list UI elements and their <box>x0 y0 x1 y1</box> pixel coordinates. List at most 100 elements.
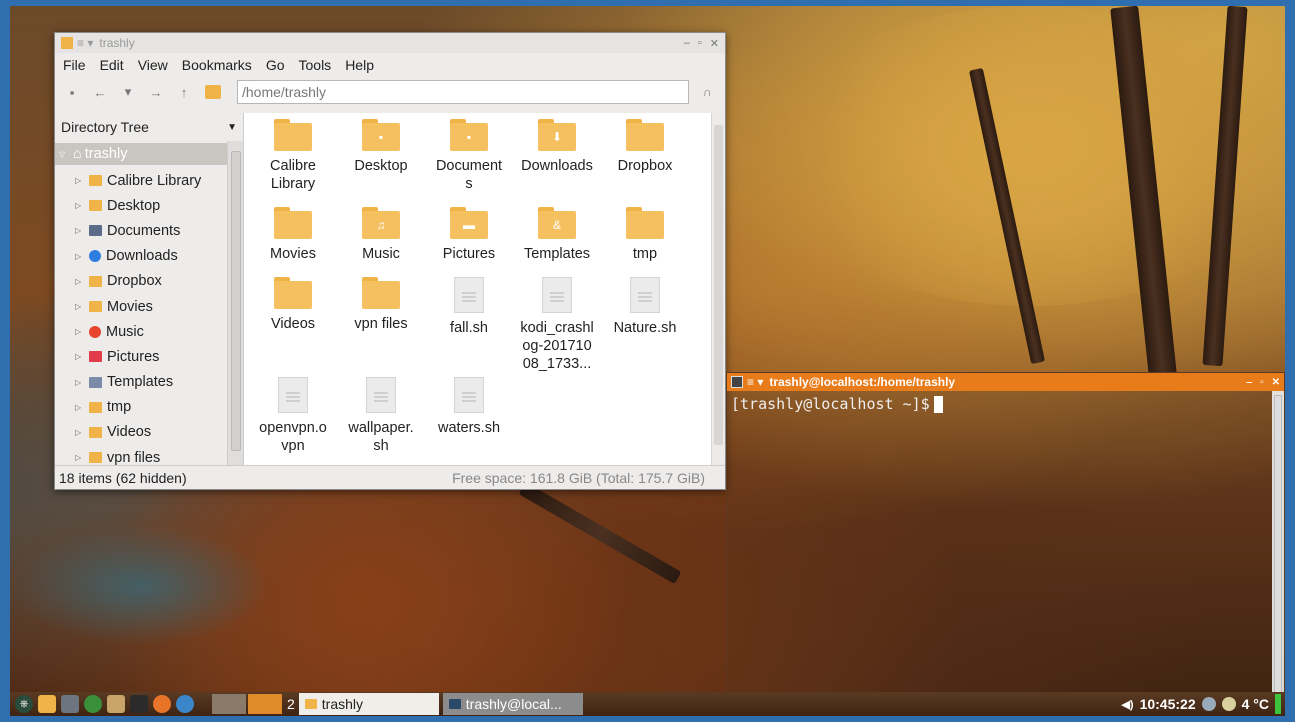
minimize-icon[interactable]: ‒ <box>1247 377 1253 388</box>
file-item[interactable]: openvpn.o vpn <box>248 377 338 455</box>
network-launcher-icon[interactable] <box>84 695 102 713</box>
maximize-icon[interactable]: ▫ <box>698 37 702 50</box>
tree-item-tmp[interactable]: ▷ tmp <box>55 395 227 420</box>
scrollbar-thumb[interactable] <box>231 151 241 451</box>
expander-icon[interactable]: ▷ <box>75 226 89 235</box>
folder-item[interactable]: & Templates <box>512 207 602 263</box>
file-view-scrollbar[interactable] <box>711 113 725 465</box>
clock[interactable]: 10:45:22 <box>1140 696 1196 712</box>
tree-item-desktop[interactable]: ▷ Desktop <box>55 193 227 218</box>
menu-go[interactable]: Go <box>266 57 285 73</box>
chromium-icon[interactable] <box>176 695 194 713</box>
side-pane-selector[interactable]: Directory Tree ▼ <box>55 113 243 141</box>
tree-item-templates[interactable]: ▷ Templates <box>55 370 227 395</box>
file-manager-launcher-icon[interactable] <box>38 695 56 713</box>
tree-item-music[interactable]: ▷ Music <box>55 319 227 344</box>
menu-bookmarks[interactable]: Bookmarks <box>182 57 252 73</box>
expander-icon[interactable]: ▷ <box>75 302 89 311</box>
file-item[interactable]: waters.sh <box>424 377 514 437</box>
folder-item[interactable]: tmp <box>600 207 690 263</box>
expander-icon[interactable]: ▷ <box>75 352 89 361</box>
up-icon[interactable]: ↑ <box>177 85 191 100</box>
file-item[interactable]: wallpaper. sh <box>336 377 426 455</box>
location-bar[interactable]: /home/trashly <box>237 80 689 104</box>
volume-icon[interactable]: ◀) <box>1121 698 1133 711</box>
menu-icon[interactable]: ≡ ▾ <box>747 375 763 389</box>
weather-icon[interactable] <box>1221 697 1236 711</box>
scrollbar-thumb[interactable] <box>1274 395 1282 697</box>
folder-item[interactable]: ♫ Music <box>336 207 426 263</box>
go-up-arrow-icon[interactable]: ∩ <box>703 85 712 99</box>
folder-item[interactable]: ⬇ Downloads <box>512 119 602 175</box>
folder-launcher-icon[interactable] <box>107 695 125 713</box>
file-manager-window[interactable]: ≡ ▾ trashly ‒ ▫ ✕ File Edit View Bookmarks G… <box>54 32 726 490</box>
expander-icon[interactable]: ▷ <box>75 453 89 462</box>
expander-icon[interactable]: ▷ <box>75 176 89 185</box>
expander-icon[interactable]: ▷ <box>75 378 89 387</box>
tree-item-calibre-library[interactable]: ▷ Calibre Library <box>55 168 227 193</box>
file-item[interactable]: kodi_crashl og-201710 08_1733... <box>512 277 602 373</box>
firefox-icon[interactable] <box>153 695 171 713</box>
tree-item-videos[interactable]: ▷ Videos <box>55 420 227 445</box>
tree-item-pictures[interactable]: ▷ Pictures <box>55 344 227 369</box>
network-status-icon[interactable] <box>1201 697 1216 711</box>
terminal-scrollbar[interactable] <box>1272 391 1284 701</box>
scrollbar-thumb[interactable] <box>714 125 723 445</box>
folder-item[interactable]: Calibre Library <box>248 119 338 193</box>
menu-view[interactable]: View <box>138 57 168 73</box>
folder-item[interactable]: Dropbox <box>600 119 690 175</box>
tree-scrollbar[interactable] <box>227 141 243 465</box>
expander-icon[interactable]: ▷ <box>75 277 89 286</box>
tree-item-label: Downloads <box>106 248 178 265</box>
folder-item[interactable]: ▬ Pictures <box>424 207 514 263</box>
expander-icon[interactable]: ▷ <box>75 201 89 210</box>
file-item[interactable]: Nature.sh <box>600 277 690 337</box>
expander-icon[interactable]: ▽ <box>59 150 73 159</box>
menu-help[interactable]: Help <box>345 57 374 73</box>
window-titlebar[interactable]: ≡ ▾ trashly ‒ ▫ ✕ <box>55 33 725 53</box>
temperature[interactable]: 4 °C <box>1242 696 1269 712</box>
terminal-launcher-icon[interactable] <box>130 695 148 713</box>
expander-icon[interactable]: ▷ <box>75 428 89 437</box>
menu-edit[interactable]: Edit <box>100 57 124 73</box>
folder-item[interactable]: ▪ Desktop <box>336 119 426 175</box>
menu-file[interactable]: File <box>63 57 86 73</box>
terminal-window[interactable]: ≡ ▾ trashly@localhost:/home/trashly ‒ ▫ … <box>726 372 1285 702</box>
back-icon[interactable]: ← <box>93 85 107 100</box>
folder-icon <box>89 426 102 438</box>
folder-icon <box>89 200 102 212</box>
folder-item[interactable]: vpn files <box>336 277 426 333</box>
new-tab-icon[interactable]: ▪ <box>65 85 79 100</box>
app-menu-icon[interactable]: ⎈ <box>15 695 33 713</box>
task-button-file-manager[interactable]: trashly <box>298 693 439 715</box>
terminal-content[interactable]: [trashly@localhost ~]$ <box>727 391 1284 417</box>
tree-item-documents[interactable]: ▷ Documents <box>55 218 227 243</box>
history-dropdown-icon[interactable]: ▾ <box>121 84 135 100</box>
expander-icon[interactable]: ▷ <box>75 327 89 336</box>
maximize-icon[interactable]: ▫ <box>1260 377 1264 388</box>
close-icon[interactable]: ✕ <box>1272 377 1280 388</box>
tree-item-label: Templates <box>107 374 174 391</box>
expander-icon[interactable]: ▷ <box>75 403 89 412</box>
home-folder-icon[interactable] <box>205 85 221 99</box>
terminal-titlebar[interactable]: ≡ ▾ trashly@localhost:/home/trashly ‒ ▫ … <box>727 373 1284 391</box>
menu-tools[interactable]: Tools <box>299 57 332 73</box>
close-icon[interactable]: ✕ <box>710 37 719 50</box>
menu-icon[interactable]: ≡ ▾ <box>77 36 93 50</box>
tree-item-dropbox[interactable]: ▷ Dropbox <box>55 269 227 294</box>
folder-item[interactable]: ▪ Document s <box>424 119 514 193</box>
tree-item-movies[interactable]: ▷ Movies <box>55 294 227 319</box>
show-desktop-icon[interactable] <box>61 695 79 713</box>
task-button-terminal[interactable]: trashly@local... <box>442 693 583 715</box>
forward-icon[interactable]: → <box>149 85 163 100</box>
file-item[interactable]: fall.sh <box>424 277 514 337</box>
minimize-icon[interactable]: ‒ <box>684 37 690 50</box>
workspace-1[interactable] <box>212 694 246 714</box>
workspace-switcher[interactable]: 2 <box>212 694 295 714</box>
tree-item-root[interactable]: ▽ ⌂ trashly <box>55 143 227 165</box>
expander-icon[interactable]: ▷ <box>75 252 89 261</box>
tree-item-downloads[interactable]: ▷ Downloads <box>55 244 227 269</box>
workspace-2-active[interactable] <box>248 694 282 714</box>
folder-item[interactable]: Movies <box>248 207 338 263</box>
folder-item[interactable]: Videos <box>248 277 338 333</box>
